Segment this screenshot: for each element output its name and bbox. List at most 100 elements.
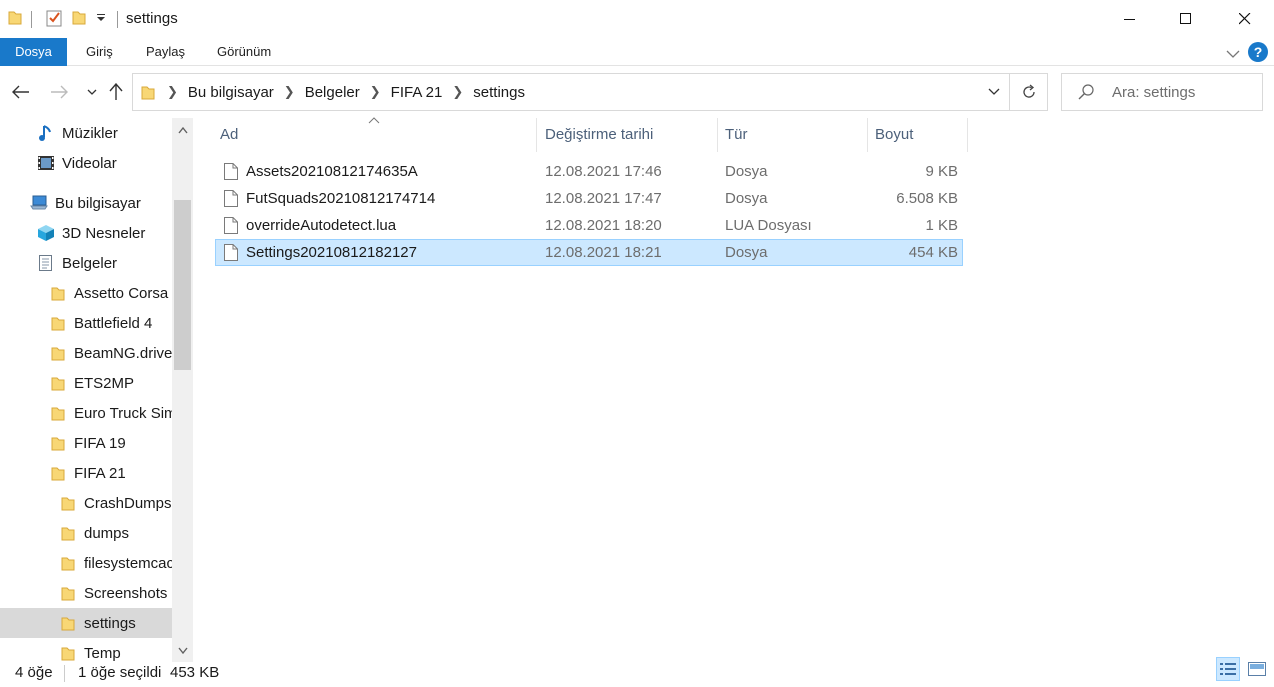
up-button[interactable] (104, 80, 128, 104)
forward-button[interactable] (47, 80, 71, 104)
sidebar-item-bu-bilgisayar[interactable]: Bu bilgisayar (0, 188, 172, 218)
file-size: 6.508 KB (896, 190, 958, 207)
sidebar-item-m-zikler[interactable]: Müzikler (0, 118, 172, 148)
sidebar-item-crashdumps[interactable]: CrashDumps (0, 488, 172, 518)
refresh-button[interactable] (1009, 74, 1047, 110)
sidebar-item-belgeler[interactable]: Belgeler (0, 248, 172, 278)
file-row[interactable]: overrideAutodetect.lua 12.08.2021 18:20 LU… (215, 212, 963, 239)
file-icon (223, 243, 239, 266)
sidebar-item-label: Temp (84, 644, 121, 662)
sidebar-item-label: Euro Truck Simu (74, 404, 172, 422)
sidebar-item-fifa-21[interactable]: FIFA 21 (0, 458, 172, 488)
tab-home[interactable]: Giriş (86, 38, 113, 66)
quick-access-folder-icon[interactable] (8, 9, 22, 25)
folder-icon (59, 644, 77, 662)
file-name: FutSquads20210812174714 (246, 190, 436, 207)
documents-icon (37, 254, 55, 272)
address-history-dropdown[interactable] (979, 74, 1009, 110)
file-size: 9 KB (925, 163, 958, 180)
sidebar-item-label: Müzikler (62, 124, 118, 142)
folder-icon (49, 344, 67, 362)
sidebar-item-euro-truck-simu[interactable]: Euro Truck Simu (0, 398, 172, 428)
close-button[interactable] (1216, 0, 1274, 38)
file-type: Dosya (725, 163, 768, 180)
sidebar-item-screenshots[interactable]: Screenshots (0, 578, 172, 608)
sidebar-item-assetto-corsa[interactable]: Assetto Corsa (0, 278, 172, 308)
file-type: Dosya (725, 244, 768, 261)
customize-toolbar-dropdown-icon[interactable] (96, 13, 106, 23)
chevron-right-icon[interactable]: ❯ (364, 84, 387, 100)
recent-locations-chevron-icon[interactable] (80, 80, 104, 104)
chevron-right-icon[interactable]: ❯ (278, 84, 301, 100)
sidebar-item-label: Bu bilgisayar (55, 194, 141, 212)
expand-ribbon-chevron-icon[interactable] (1226, 46, 1240, 62)
file-type: LUA Dosyası (725, 217, 812, 234)
maximize-button[interactable] (1157, 0, 1215, 38)
back-button[interactable] (9, 80, 33, 104)
new-folder-icon[interactable] (72, 9, 86, 25)
file-row[interactable]: Settings20210812182127 12.08.2021 18:21 Do… (215, 239, 963, 266)
search-input[interactable]: Ara: settings (1061, 73, 1263, 111)
folder-icon (49, 314, 67, 332)
sidebar-item-videolar[interactable]: Videolar (0, 148, 172, 178)
address-bar[interactable]: ❯ Bu bilgisayar ❯ Belgeler ❯ FIFA 21 ❯ s… (132, 73, 1048, 111)
chevron-right-icon[interactable]: ❯ (446, 84, 469, 100)
breadcrumb-documents[interactable]: Belgeler (301, 84, 364, 101)
sidebar-item-label: filesystemcac (84, 554, 172, 572)
file-icon (223, 189, 239, 212)
sidebar-item-3d-nesneler[interactable]: 3D Nesneler (0, 218, 172, 248)
folder-icon (59, 494, 77, 512)
file-modified: 12.08.2021 18:21 (545, 244, 662, 261)
file-list[interactable]: Ad Değiştirme tarihi Tür Boyut Assets202… (193, 116, 1274, 662)
folder-icon (59, 614, 77, 632)
file-icon (223, 216, 239, 239)
tab-view[interactable]: Görünüm (217, 38, 271, 66)
scroll-down-arrow[interactable] (172, 640, 193, 660)
column-header-name[interactable]: Ad (220, 118, 238, 152)
folder-icon (59, 584, 77, 602)
properties-check-icon[interactable] (46, 9, 62, 27)
breadcrumb-fifa21[interactable]: FIFA 21 (387, 84, 447, 101)
file-row[interactable]: Assets20210812174635A 12.08.2021 17:46 Dos… (215, 158, 963, 185)
status-bar: 4 öğe 1 öğe seçildi 453 KB (0, 657, 1274, 687)
sidebar-item-label: Battlefield 4 (74, 314, 153, 332)
sidebar-item-label: settings (84, 614, 136, 632)
file-row[interactable]: FutSquads20210812174714 12.08.2021 17:47 D… (215, 185, 963, 212)
column-header-modified[interactable]: Değiştirme tarihi (545, 118, 653, 152)
folder-icon (49, 464, 67, 482)
folder-icon (49, 374, 67, 392)
breadcrumb-settings[interactable]: settings (469, 84, 529, 101)
navigation-pane[interactable]: Müzikler Videolar Bu bilgisayar 3D Nesneler… (0, 118, 193, 662)
file-size: 454 KB (908, 244, 958, 261)
sidebar-item-battlefield-4[interactable]: Battlefield 4 (0, 308, 172, 338)
sort-ascending-icon (368, 116, 380, 127)
minimize-button[interactable] (1101, 0, 1159, 38)
scroll-up-arrow[interactable] (172, 120, 193, 140)
sidebar-item-dumps[interactable]: dumps (0, 518, 172, 548)
file-modified: 12.08.2021 17:46 (545, 163, 662, 180)
details-view-button[interactable] (1216, 657, 1240, 681)
search-placeholder: Ara: settings (1112, 84, 1196, 101)
sidebar-item-filesystemcac[interactable]: filesystemcac (0, 548, 172, 578)
file-modified: 12.08.2021 18:20 (545, 217, 662, 234)
large-icons-view-button[interactable] (1245, 657, 1269, 681)
sidebar-item-temp[interactable]: Temp (0, 638, 172, 662)
folder-icon (59, 524, 77, 542)
folder-icon (49, 404, 67, 422)
sidebar-scroll-thumb[interactable] (174, 200, 191, 370)
sidebar-item-ets2mp[interactable]: ETS2MP (0, 368, 172, 398)
column-header-type[interactable]: Tür (725, 118, 748, 152)
breadcrumb-this-pc[interactable]: Bu bilgisayar (184, 84, 278, 101)
help-button[interactable]: ? (1248, 42, 1268, 62)
column-header-size[interactable]: Boyut (875, 118, 913, 152)
window-title: settings (126, 10, 178, 27)
tab-file[interactable]: Dosya (0, 38, 67, 66)
sidebar-item-label: Videolar (62, 154, 117, 172)
sidebar-item-beamng-drive[interactable]: BeamNG.drive (0, 338, 172, 368)
file-name: Assets20210812174635A (246, 163, 418, 180)
chevron-right-icon[interactable]: ❯ (161, 84, 184, 100)
sidebar-item-fifa-19[interactable]: FIFA 19 (0, 428, 172, 458)
tab-share[interactable]: Paylaş (146, 38, 185, 66)
sidebar-item-settings[interactable]: settings (0, 608, 172, 638)
folder-icon (59, 554, 77, 572)
